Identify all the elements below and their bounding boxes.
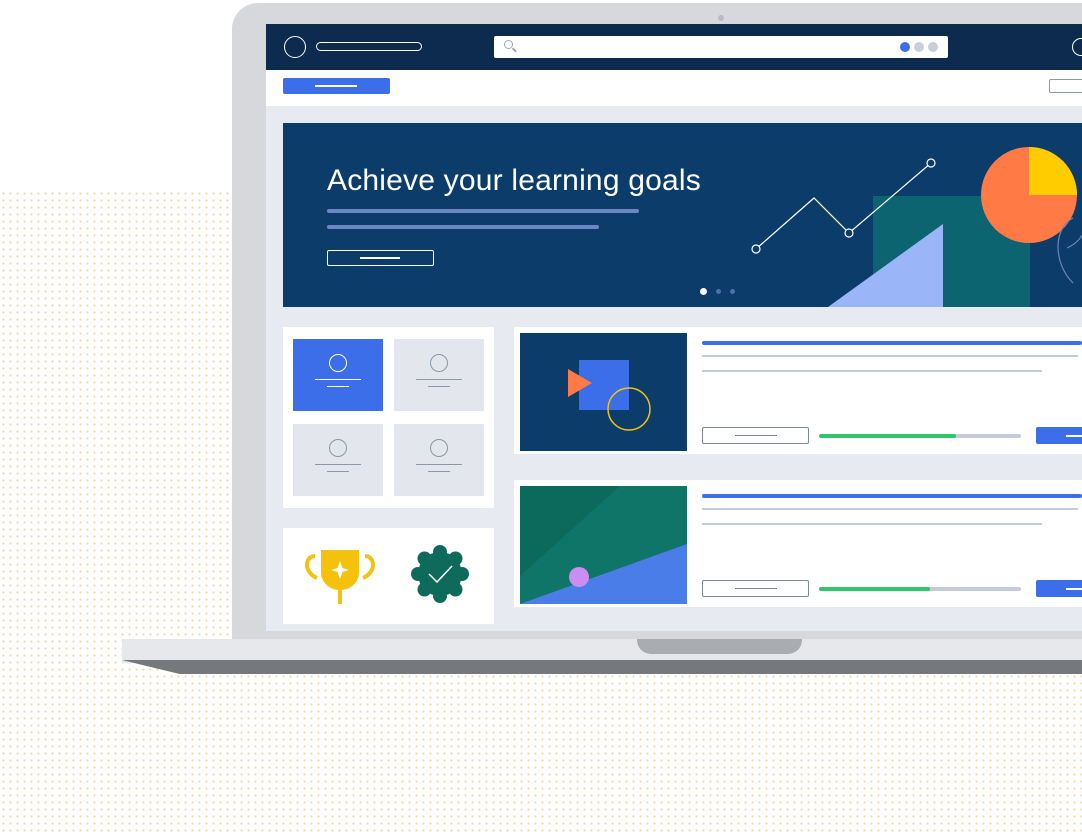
dot-indicator [914,42,924,52]
category-icon [430,354,448,372]
line-chart-point [844,228,854,238]
line-chart-point [751,244,761,254]
course-thumbnail [520,333,687,451]
dot-indicator [900,42,910,52]
course-continue-button[interactable] [1036,580,1082,597]
hero-illustration [751,147,1082,307]
course-title-line [702,341,1082,345]
search-input[interactable] [494,36,948,58]
search-loading-dots [900,42,938,52]
course-title-line [702,494,1082,498]
laptop-screen: Achieve your learning goals [266,24,1082,631]
category-tile[interactable] [293,339,383,411]
primary-action-button[interactable] [283,78,390,94]
hero-cta-button[interactable] [327,250,434,266]
course-continue-button[interactable] [1036,427,1082,444]
course-progress-fill [819,434,957,438]
course-thumbnail [520,486,687,604]
purple-dot-shape [569,567,589,587]
carousel-indicators[interactable] [700,288,735,295]
top-navigation-bar [266,24,1082,70]
laptop-hinge-notch [637,639,802,654]
course-description-line [702,508,1078,510]
category-icon [329,439,347,457]
hero-subtitle-line [327,209,639,213]
profile-avatar-icon[interactable] [1072,38,1082,56]
category-tile[interactable] [394,339,484,411]
line-chart-point [926,158,936,168]
category-tile[interactable] [293,424,383,496]
dot-indicator [928,42,938,52]
certificate-badge-icon [411,545,469,603]
laptop-base-shadow [122,660,1082,674]
category-tiles-card [283,327,494,508]
course-progress-fill [819,587,931,591]
hero-subtitle-line [327,225,599,229]
camera-icon [718,15,724,21]
category-icon [329,354,347,372]
course-card[interactable] [514,327,1082,454]
course-progress-bar [819,434,1021,438]
search-icon [504,40,513,49]
category-icon [430,439,448,457]
course-card[interactable] [514,480,1082,607]
logo-wordmark-placeholder[interactable] [316,42,422,51]
secondary-action-button[interactable] [1049,79,1082,93]
course-details-button[interactable] [702,580,809,597]
laptop-base [122,639,1082,663]
course-description-line [702,523,1042,525]
carousel-dot-active[interactable] [700,288,707,295]
achievements-card [283,528,494,624]
hero-title: Achieve your learning goals [327,164,701,197]
carousel-dot[interactable] [730,289,735,294]
secondary-toolbar [266,70,1082,106]
category-tile[interactable] [394,424,484,496]
trophy-icon [305,550,375,604]
course-description-line [702,355,1078,357]
hero-banner: Achieve your learning goals [283,123,1082,307]
achievements-icons [305,545,469,604]
course-progress-bar [819,587,1021,591]
course-description-line [702,370,1042,372]
pie-chart-yellow-slice [1029,147,1077,195]
course-details-button[interactable] [702,427,809,444]
carousel-dot[interactable] [716,289,721,294]
logo-circle-icon[interactable] [284,36,306,58]
